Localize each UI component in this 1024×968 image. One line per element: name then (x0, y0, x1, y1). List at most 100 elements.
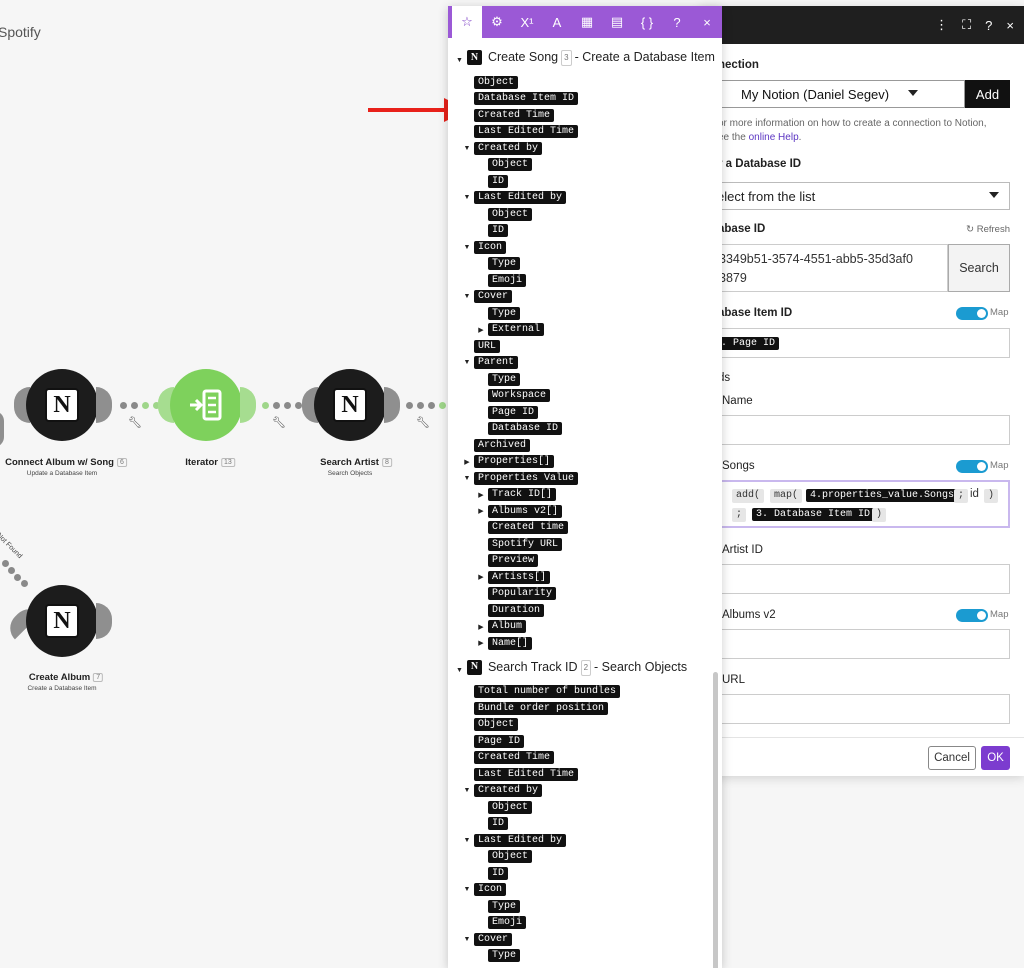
mapped-token[interactable]: 3. Database Item ID (752, 508, 875, 521)
superscript-icon[interactable]: X¹ (512, 8, 542, 36)
output-item-pill[interactable]: Emoji (488, 273, 527, 287)
caret-down-icon[interactable]: ▼ (463, 837, 471, 844)
output-item-pill[interactable]: Last Edited by (474, 191, 567, 205)
output-item-pill[interactable]: Type (488, 899, 521, 913)
url-field[interactable] (700, 694, 1010, 724)
output-item-pill[interactable]: ID (488, 224, 509, 238)
caret-down-icon[interactable]: ▼ (463, 787, 471, 794)
output-item[interactable]: ▼ Created by (454, 783, 722, 800)
output-item[interactable]: ID (454, 173, 722, 190)
refresh-button[interactable]: ↻ Refresh (966, 224, 1010, 235)
caret-down-icon[interactable]: ▼ (463, 359, 471, 366)
songs-formula-field[interactable]: add( map( 4.properties_value.Songs ; id … (700, 480, 1010, 528)
module-header-create-song[interactable]: ▼ N Create Song 3- Create a Database Item (454, 50, 722, 68)
output-item[interactable]: ▼ Properties Value (454, 470, 722, 487)
output-item-pill[interactable]: Cover (474, 932, 513, 946)
braces-icon[interactable]: { } (632, 8, 662, 36)
output-item[interactable]: ▶ Albums v2[] (454, 503, 722, 520)
output-item-pill[interactable]: Created by (474, 784, 543, 798)
close-icon[interactable]: × (1006, 18, 1014, 33)
route-filter-label[interactable]: Not Found (0, 532, 23, 560)
output-item[interactable]: Page ID (454, 733, 722, 750)
output-item[interactable]: ▶ Album (454, 619, 722, 636)
separator-token[interactable]: ; (732, 508, 747, 522)
output-item[interactable]: Workspace (454, 388, 722, 405)
output-item-pill[interactable]: Album (488, 620, 527, 634)
output-item-pill[interactable]: Workspace (488, 389, 551, 403)
caret-down-icon[interactable]: ▼ (463, 194, 471, 201)
output-item[interactable]: Preview (454, 553, 722, 570)
map-toggle[interactable] (956, 307, 988, 320)
output-item[interactable]: ▼ Created by (454, 140, 722, 157)
output-item-pill[interactable]: Archived (474, 438, 531, 452)
caret-right-icon[interactable]: ▶ (463, 458, 471, 466)
star-icon[interactable]: ☆ (452, 6, 482, 38)
output-item[interactable]: Popularity (454, 586, 722, 603)
output-item[interactable]: Type (454, 256, 722, 273)
output-item[interactable]: ▼ Cover (454, 289, 722, 306)
more-icon[interactable]: ⋮ (935, 17, 948, 33)
output-item[interactable]: ID (454, 223, 722, 240)
output-item-pill[interactable]: Spotify URL (488, 537, 563, 551)
output-item-pill[interactable]: Type (488, 372, 521, 386)
output-item-pill[interactable]: Database ID (488, 422, 563, 436)
output-item-pill[interactable]: Properties[] (474, 455, 555, 469)
output-item[interactable]: Type (454, 305, 722, 322)
output-item[interactable]: ▼ Parent (454, 355, 722, 372)
caret-down-icon[interactable]: ▼ (463, 244, 471, 251)
output-item[interactable]: Total number of bundles (454, 684, 722, 701)
wrench-icon[interactable]: 🔧︎ (416, 416, 430, 429)
output-item-pill[interactable]: Created Time (474, 108, 555, 122)
caret-right-icon[interactable]: ▶ (477, 491, 485, 499)
output-item-pill[interactable]: Object (488, 800, 533, 814)
connector-dots[interactable] (120, 402, 160, 409)
output-item-pill[interactable]: Page ID (488, 405, 539, 419)
output-item-pill[interactable]: External (488, 323, 545, 337)
albums-field[interactable] (700, 629, 1010, 659)
close-paren-token[interactable]: ) (984, 489, 999, 503)
output-item[interactable]: ▼ Cover (454, 931, 722, 948)
caret-right-icon[interactable]: ▶ (477, 507, 485, 515)
output-item[interactable]: Object (454, 799, 722, 816)
output-item[interactable]: Database Item ID (454, 91, 722, 108)
output-item[interactable]: Created time (454, 520, 722, 537)
output-item-pill[interactable]: Icon (474, 240, 507, 254)
online-help-link[interactable]: online Help (749, 132, 799, 143)
output-item[interactable]: Created Time (454, 750, 722, 767)
output-item-pill[interactable]: Type (488, 949, 521, 963)
connector-dots[interactable] (262, 402, 302, 409)
add-connection-button[interactable]: Add (965, 80, 1010, 108)
artist-id-field[interactable] (700, 564, 1010, 594)
output-item[interactable]: Type (454, 948, 722, 965)
output-item[interactable]: ▼ Icon (454, 882, 722, 899)
output-item[interactable]: Emoji (454, 915, 722, 932)
text-icon[interactable]: A (542, 8, 572, 36)
caret-down-icon[interactable]: ▼ (463, 475, 471, 482)
output-item[interactable]: Object (454, 717, 722, 734)
caret-right-icon[interactable]: ▶ (477, 326, 485, 334)
output-item-pill[interactable]: Total number of bundles (474, 685, 621, 699)
output-item-pill[interactable]: Properties Value (474, 471, 579, 485)
close-paren-token[interactable]: ) (872, 508, 887, 522)
output-item-pill[interactable]: ID (488, 817, 509, 831)
output-item[interactable]: Emoji (454, 272, 722, 289)
output-item-pill[interactable]: Parent (474, 356, 519, 370)
output-item-pill[interactable]: Emoji (488, 916, 527, 930)
output-item[interactable]: ▶ Name[] (454, 635, 722, 652)
expand-icon[interactable]: ⛶ (962, 17, 971, 33)
search-button[interactable]: Search (948, 244, 1010, 292)
output-item-pill[interactable]: Object (474, 718, 519, 732)
output-item-pill[interactable]: Object (474, 75, 519, 89)
mapped-token[interactable]: 4.properties_value.Songs (806, 489, 959, 502)
output-item[interactable]: Type (454, 898, 722, 915)
database-method-select[interactable]: elect from the list (700, 182, 1010, 210)
function-add-token[interactable]: add( (732, 489, 765, 503)
caret-down-icon[interactable]: ▼ (463, 293, 471, 300)
output-item[interactable]: Database ID (454, 421, 722, 438)
caret-right-icon[interactable]: ▶ (477, 573, 485, 581)
output-item-pill[interactable]: URL (474, 339, 501, 353)
module-header-search-track[interactable]: ▼ N Search Track ID 2- Search Objects (454, 659, 722, 678)
output-item-pill[interactable]: Object (488, 850, 533, 864)
output-item[interactable]: Object (454, 74, 722, 91)
database-item-id-field[interactable]: . Page ID (700, 328, 1010, 358)
